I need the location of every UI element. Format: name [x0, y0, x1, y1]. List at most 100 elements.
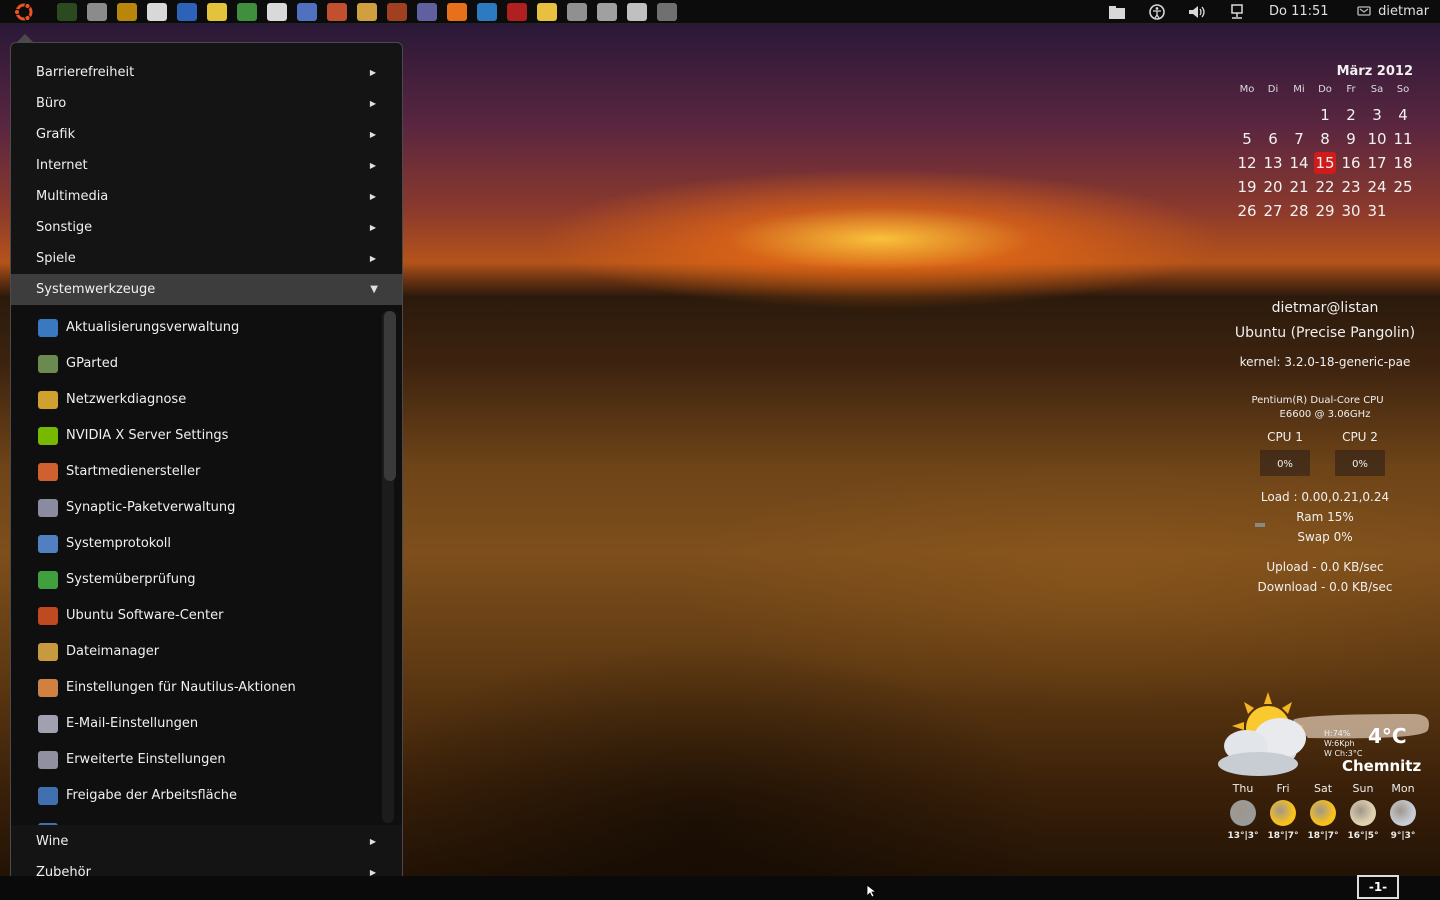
- user-name: dietmar: [1378, 4, 1430, 19]
- calendar-day[interactable]: 17: [1364, 152, 1390, 174]
- calendar-day[interactable]: 4: [1390, 104, 1416, 126]
- calendar-day[interactable]: 7: [1286, 128, 1312, 150]
- menu-item-nvidia-x-server-settings[interactable]: NVIDIA X Server Settings: [11, 418, 381, 454]
- menu-item-erweiterte-einstellungen[interactable]: Erweiterte Einstellungen: [11, 742, 381, 778]
- image-viewer-icon[interactable]: [657, 3, 677, 21]
- calculator-icon[interactable]: [597, 3, 617, 21]
- calendar-day[interactable]: 30: [1338, 200, 1364, 222]
- calendar-day[interactable]: 2: [1338, 104, 1364, 126]
- thunderbird-icon[interactable]: [477, 3, 497, 21]
- menu-item-dateimanager[interactable]: Dateimanager: [11, 634, 381, 670]
- calendar-day[interactable]: 18: [1390, 152, 1416, 174]
- calendar-day[interactable]: 28: [1286, 200, 1312, 222]
- systemprotokoll-icon: [38, 535, 58, 553]
- calendar-day[interactable]: 22: [1312, 176, 1338, 198]
- category-systemwerkzeuge[interactable]: Systemwerkzeuge ▼: [11, 274, 402, 305]
- user-menu[interactable]: dietmar: [1357, 0, 1429, 24]
- sun-icon: [1270, 800, 1296, 826]
- calendar-day[interactable]: 6: [1260, 128, 1286, 150]
- screenshot-icon[interactable]: [87, 3, 107, 21]
- submenu-scroll-thumb[interactable]: [384, 311, 396, 481]
- category-sonstige[interactable]: Sonstige ▶: [11, 212, 402, 243]
- dictionary-icon[interactable]: [507, 3, 527, 21]
- menu-item-startmedienersteller[interactable]: Startmedienersteller: [11, 454, 381, 490]
- workspace-switcher[interactable]: -1-: [1357, 875, 1399, 899]
- calendar-day[interactable]: 14: [1286, 152, 1312, 174]
- calendar-day[interactable]: 13: [1260, 152, 1286, 174]
- calendar-weekday: Di: [1267, 84, 1279, 95]
- cup-icon[interactable]: [417, 3, 437, 21]
- calendar-day[interactable]: 29: [1312, 200, 1338, 222]
- calendar-day[interactable]: 23: [1338, 176, 1364, 198]
- calendar-day[interactable]: 11: [1390, 128, 1416, 150]
- firefox-icon[interactable]: [447, 3, 467, 21]
- network-icon[interactable]: [567, 3, 587, 21]
- calendar-day[interactable]: 16: [1338, 152, 1364, 174]
- calendar-day[interactable]: 9: [1338, 128, 1364, 150]
- calendar-day[interactable]: 12: [1234, 152, 1260, 174]
- menu-item-freigabe-der-arbeitsfl-che[interactable]: Freigabe der Arbeitsfläche: [11, 778, 381, 814]
- system-berpr-fung-icon: [38, 571, 58, 589]
- category-grafik[interactable]: Grafik ▶: [11, 119, 402, 150]
- calendar-day[interactable]: 26: [1234, 200, 1260, 222]
- forecast-temps: 9°|3°: [1390, 831, 1416, 841]
- menu-item-synaptic-paketverwaltung[interactable]: Synaptic-Paketverwaltung: [11, 490, 381, 526]
- calendar-today[interactable]: 15: [1314, 152, 1336, 174]
- category-spiele[interactable]: Spiele ▶: [11, 243, 402, 274]
- menu-item-hauptmen-[interactable]: Hauptmenü: [11, 814, 381, 825]
- display-icon[interactable]: [327, 3, 347, 21]
- menu-item-label: Systemüberprüfung: [66, 572, 196, 587]
- volume-icon[interactable]: [1187, 0, 1207, 24]
- calendar-day[interactable]: 1: [1312, 104, 1338, 126]
- cpu-model-line1: Pentium(R) Dual-Core CPU: [1251, 395, 1384, 406]
- network-wired-icon[interactable]: [1228, 0, 1246, 24]
- chess-icon[interactable]: [357, 3, 377, 21]
- menu-item-e-mail-einstellungen[interactable]: E-Mail-Einstellungen: [11, 706, 381, 742]
- archive-icon[interactable]: [117, 3, 137, 21]
- text-editor-icon[interactable]: [147, 3, 167, 21]
- scanner-icon[interactable]: [627, 3, 647, 21]
- forecast-temps: 18°|7°: [1307, 831, 1339, 841]
- category-barrierefreiheit[interactable]: Barrierefreiheit ▶: [11, 57, 402, 88]
- calendar-day[interactable]: 21: [1286, 176, 1312, 198]
- aktualisierungsverwaltung-icon: [38, 319, 58, 337]
- menu-item-netzwerkdiagnose[interactable]: Netzwerkdiagnose: [11, 382, 381, 418]
- calendar-day[interactable]: 27: [1260, 200, 1286, 222]
- calendar-day[interactable]: 10: [1364, 128, 1390, 150]
- diamond-icon[interactable]: [297, 3, 317, 21]
- freigabe-der-arbeitsfl-che-icon: [38, 787, 58, 805]
- checkerboard-icon[interactable]: [387, 3, 407, 21]
- menu-item-systemprotokoll[interactable]: Systemprotokoll: [11, 526, 381, 562]
- disc-icon[interactable]: [267, 3, 287, 21]
- menu-item-label: E-Mail-Einstellungen: [66, 716, 199, 731]
- accessibility-icon[interactable]: [1148, 0, 1166, 24]
- tux-icon[interactable]: [537, 3, 557, 21]
- calendar-day[interactable]: 8: [1312, 128, 1338, 150]
- category-b-ro[interactable]: Büro ▶: [11, 88, 402, 119]
- forecast-day: Sun: [1352, 782, 1374, 795]
- calendar-day[interactable]: 19: [1234, 176, 1260, 198]
- menu-item-ubuntu-software-center[interactable]: Ubuntu Software-Center: [11, 598, 381, 634]
- calendar-day[interactable]: 25: [1390, 176, 1416, 198]
- cpu-model-line2: E6600 @ 3.06GHz: [1279, 409, 1371, 420]
- windows-flag-icon[interactable]: [237, 3, 257, 21]
- calendar-day[interactable]: 20: [1260, 176, 1286, 198]
- ubuntu-menu-button[interactable]: [13, 2, 35, 22]
- category-wine[interactable]: Wine ▶: [11, 826, 402, 857]
- menu-item-aktualisierungsverwaltung[interactable]: Aktualisierungsverwaltung: [11, 310, 381, 346]
- terminal-icon[interactable]: [57, 3, 77, 21]
- menu-item-einstellungen-f-r-nautilus-aktionen[interactable]: Einstellungen für Nautilus-Aktionen: [11, 670, 381, 706]
- document-writer-icon[interactable]: [177, 3, 197, 21]
- menu-item-gparted[interactable]: GParted: [11, 346, 381, 382]
- category-multimedia[interactable]: Multimedia ▶: [11, 181, 402, 212]
- calendar-day[interactable]: 24: [1364, 176, 1390, 198]
- menu-item-system-berpr-fung[interactable]: Systemüberprüfung: [11, 562, 381, 598]
- coin-icon[interactable]: [207, 3, 227, 21]
- category-internet[interactable]: Internet ▶: [11, 150, 402, 181]
- clock[interactable]: Do 11:51: [1269, 0, 1329, 24]
- calendar-day[interactable]: 3: [1364, 104, 1390, 126]
- calendar-day[interactable]: 5: [1234, 128, 1260, 150]
- calendar-day[interactable]: 31: [1364, 200, 1390, 222]
- dateimanager-icon: [38, 643, 58, 661]
- files-icon[interactable]: [1108, 0, 1126, 24]
